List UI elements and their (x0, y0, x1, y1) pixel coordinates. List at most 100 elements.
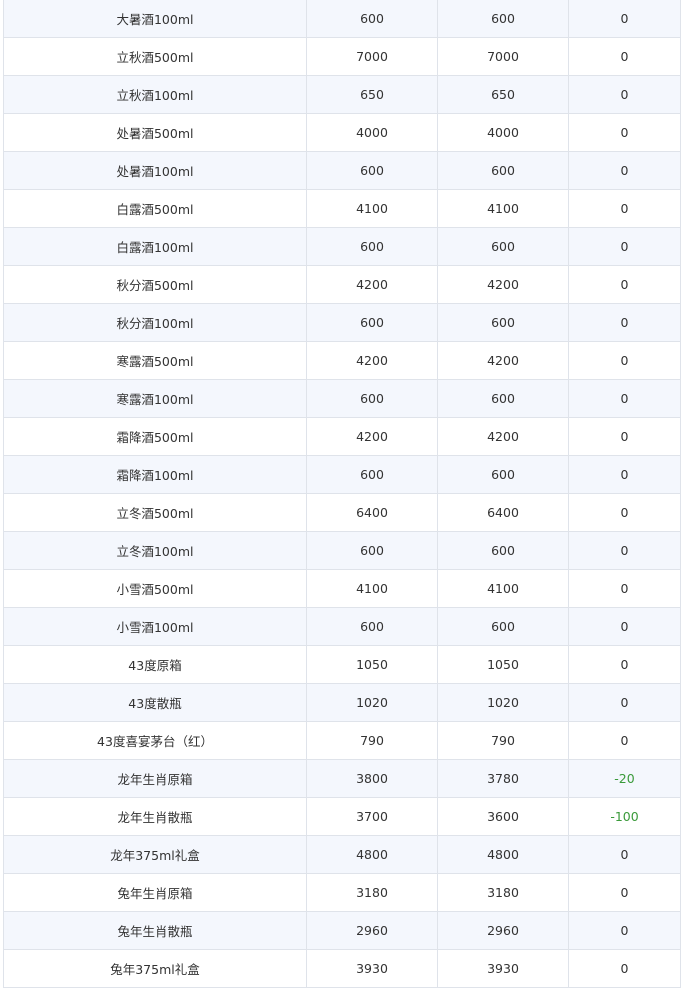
table-row: 大暑酒100ml 600 600 0 (3, 0, 681, 38)
product-name-cell: 小雪酒100ml (3, 607, 307, 646)
product-name-cell: 43度喜宴茅台（红） (3, 721, 307, 760)
price-previous-cell: 4200 (306, 265, 438, 304)
price-previous-cell: 6400 (306, 493, 438, 532)
price-change-cell: 0 (568, 493, 681, 532)
product-name-cell: 龙年375ml礼盒 (3, 835, 307, 874)
price-current-cell: 600 (437, 227, 569, 266)
price-change-cell: 0 (568, 683, 681, 722)
price-change-cell: 0 (568, 835, 681, 874)
table-row: 霜降酒100ml 600 600 0 (3, 455, 681, 494)
product-name-cell: 立秋酒100ml (3, 75, 307, 114)
product-name-cell: 霜降酒100ml (3, 455, 307, 494)
price-change-cell: 0 (568, 417, 681, 456)
price-previous-cell: 600 (306, 227, 438, 266)
product-name-cell: 立秋酒500ml (3, 37, 307, 76)
table-row: 秋分酒100ml 600 600 0 (3, 303, 681, 342)
price-change-cell: -100 (568, 797, 681, 836)
product-name-cell: 43度散瓶 (3, 683, 307, 722)
price-current-cell: 7000 (437, 37, 569, 76)
price-current-cell: 600 (437, 531, 569, 570)
price-change-cell: 0 (568, 265, 681, 304)
price-change-cell: 0 (568, 341, 681, 380)
price-previous-cell: 600 (306, 531, 438, 570)
price-change-cell: 0 (568, 721, 681, 760)
price-change-cell: 0 (568, 455, 681, 494)
price-change-cell: 0 (568, 569, 681, 608)
table-row: 龙年生肖散瓶 3700 3600 -100 (3, 797, 681, 836)
price-change-cell: 0 (568, 607, 681, 646)
price-current-cell: 4200 (437, 265, 569, 304)
table-row: 43度喜宴茅台（红） 790 790 0 (3, 721, 681, 760)
price-current-cell: 4100 (437, 189, 569, 228)
price-previous-cell: 3930 (306, 949, 438, 988)
price-change-cell: 0 (568, 911, 681, 950)
price-table: 大暑酒100ml 600 600 0 立秋酒500ml 7000 7000 0 立秋酒100ml… (3, 0, 681, 988)
price-previous-cell: 4200 (306, 341, 438, 380)
price-current-cell: 3780 (437, 759, 569, 798)
price-change-cell: 0 (568, 189, 681, 228)
price-previous-cell: 3800 (306, 759, 438, 798)
product-name-cell: 处暑酒500ml (3, 113, 307, 152)
price-change-cell: 0 (568, 0, 681, 38)
price-current-cell: 2960 (437, 911, 569, 950)
price-change-cell: 0 (568, 379, 681, 418)
product-name-cell: 43度原箱 (3, 645, 307, 684)
price-previous-cell: 4000 (306, 113, 438, 152)
price-previous-cell: 1050 (306, 645, 438, 684)
product-name-cell: 小雪酒500ml (3, 569, 307, 608)
price-current-cell: 3600 (437, 797, 569, 836)
price-current-cell: 4200 (437, 341, 569, 380)
price-current-cell: 600 (437, 607, 569, 646)
table-row: 秋分酒500ml 4200 4200 0 (3, 265, 681, 304)
price-change-cell: 0 (568, 227, 681, 266)
price-change-cell: 0 (568, 303, 681, 342)
price-change-cell: 0 (568, 949, 681, 988)
table-row: 立冬酒100ml 600 600 0 (3, 531, 681, 570)
price-current-cell: 600 (437, 379, 569, 418)
table-row: 兔年生肖原箱 3180 3180 0 (3, 873, 681, 912)
price-change-cell: 0 (568, 37, 681, 76)
price-current-cell: 1050 (437, 645, 569, 684)
table-row: 兔年375ml礼盒 3930 3930 0 (3, 949, 681, 988)
product-name-cell: 秋分酒100ml (3, 303, 307, 342)
price-previous-cell: 4200 (306, 417, 438, 456)
price-change-cell: 0 (568, 113, 681, 152)
price-previous-cell: 600 (306, 455, 438, 494)
price-current-cell: 600 (437, 0, 569, 38)
price-current-cell: 4000 (437, 113, 569, 152)
table-row: 寒露酒100ml 600 600 0 (3, 379, 681, 418)
product-name-cell: 兔年375ml礼盒 (3, 949, 307, 988)
price-previous-cell: 790 (306, 721, 438, 760)
price-previous-cell: 3700 (306, 797, 438, 836)
table-row: 霜降酒500ml 4200 4200 0 (3, 417, 681, 456)
price-previous-cell: 4800 (306, 835, 438, 874)
price-current-cell: 790 (437, 721, 569, 760)
table-row: 龙年375ml礼盒 4800 4800 0 (3, 835, 681, 874)
table-row: 白露酒500ml 4100 4100 0 (3, 189, 681, 228)
table-row: 立冬酒500ml 6400 6400 0 (3, 493, 681, 532)
table-row: 兔年生肖散瓶 2960 2960 0 (3, 911, 681, 950)
product-name-cell: 白露酒500ml (3, 189, 307, 228)
price-previous-cell: 600 (306, 379, 438, 418)
price-current-cell: 4800 (437, 835, 569, 874)
price-previous-cell: 7000 (306, 37, 438, 76)
product-name-cell: 处暑酒100ml (3, 151, 307, 190)
table-row: 小雪酒500ml 4100 4100 0 (3, 569, 681, 608)
price-current-cell: 1020 (437, 683, 569, 722)
product-name-cell: 龙年生肖散瓶 (3, 797, 307, 836)
price-table-body: 大暑酒100ml 600 600 0 立秋酒500ml 7000 7000 0 立秋酒100ml… (3, 0, 681, 988)
price-previous-cell: 4100 (306, 569, 438, 608)
price-change-cell: -20 (568, 759, 681, 798)
product-name-cell: 兔年生肖散瓶 (3, 911, 307, 950)
price-previous-cell: 4100 (306, 189, 438, 228)
product-name-cell: 白露酒100ml (3, 227, 307, 266)
price-previous-cell: 600 (306, 0, 438, 38)
product-name-cell: 立冬酒100ml (3, 531, 307, 570)
price-change-cell: 0 (568, 75, 681, 114)
price-change-cell: 0 (568, 873, 681, 912)
product-name-cell: 兔年生肖原箱 (3, 873, 307, 912)
table-row: 处暑酒500ml 4000 4000 0 (3, 113, 681, 152)
price-current-cell: 600 (437, 303, 569, 342)
price-previous-cell: 600 (306, 303, 438, 342)
product-name-cell: 秋分酒500ml (3, 265, 307, 304)
